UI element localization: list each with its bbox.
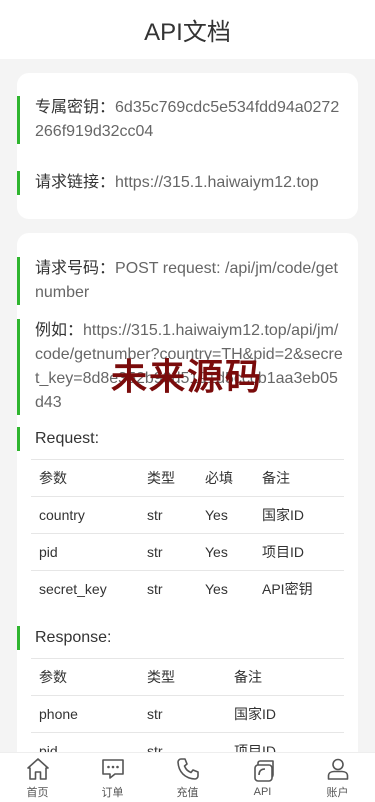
table-cell: str [139,496,197,534]
bottom-tabbar: 首页 订单 充值 API 账户 [0,752,375,802]
table-cell: 国家ID [254,496,344,534]
page-title: API文档 [144,19,231,46]
table-cell: Yes [197,533,254,571]
table-header-cell: 备注 [254,459,344,497]
table-cell: 项目ID [254,533,344,571]
table-cell: pid [31,533,139,571]
table-row: phone str 国家ID [31,694,344,732]
tab-label: 账户 [326,786,349,799]
tab-label: 首页 [26,786,49,799]
table-header-cell: 备注 [226,657,344,695]
table-cell: str [139,694,226,732]
home-icon [26,757,49,780]
table-header-cell: 类型 [139,459,197,497]
table-cell: country [31,496,139,534]
request-number-line: 请求号码：POST request: /api/jm/code/getnumbe… [17,257,358,305]
table-header-row: 参数 类型 备注 [31,657,344,695]
table-cell: Yes [197,570,254,608]
request-section-title: Request: [17,427,358,451]
table-header-cell: 必填 [197,459,254,497]
api-icon [253,759,274,782]
tab-label: API [253,785,272,798]
phone-icon [176,757,199,780]
table-cell: 国家ID [226,694,344,732]
table-cell: str [139,570,197,608]
example-label: 例如： [35,322,84,339]
table-row: pid str Yes 项目ID [31,533,344,571]
secret-key-line: 专属密钥：6d35c769cdc5e534fdd94a0272266f919d3… [17,96,358,144]
request-number-label: 请求号码： [35,260,116,277]
tab-orders[interactable]: 订单 [75,753,150,802]
tab-label: 充值 [176,786,199,799]
tab-home[interactable]: 首页 [0,753,75,802]
tab-recharge[interactable]: 充值 [150,753,225,802]
tab-api[interactable]: API [225,753,300,802]
request-link-label: 请求链接： [35,174,116,191]
example-line: 例如：https://315.1.haiwaiym12.top/api/jm/c… [17,319,358,415]
table-header-cell: 类型 [139,657,226,695]
tab-account[interactable]: 账户 [300,753,375,802]
table-cell: phone [31,694,139,732]
response-section-title: Response: [17,625,358,650]
user-icon [327,758,348,780]
table-row: country str Yes 国家ID [31,496,344,534]
table-header-row: 参数 类型 必填 备注 [31,459,344,497]
request-table: 参数 类型 必填 备注 country str Yes 国家ID pid str… [31,459,344,608]
table-cell: secret_key [31,570,139,608]
table-header-cell: 参数 [31,459,139,497]
api-card: 请求号码：POST request: /api/jm/code/getnumbe… [17,233,358,773]
chat-icon [101,758,124,779]
secret-key-label: 专属密钥： [35,99,116,116]
table-cell: API密钥 [254,570,344,608]
table-cell: Yes [197,496,254,534]
request-link-line: 请求链接：https://315.1.haiwaiym12.top [17,171,358,195]
table-header-cell: 参数 [31,657,139,695]
table-row: secret_key str Yes API密钥 [31,570,344,608]
page-header: API文档 [0,0,375,59]
key-card: 专属密钥：6d35c769cdc5e534fdd94a0272266f919d3… [17,73,358,219]
tab-label: 订单 [101,786,124,799]
request-link-value[interactable]: https://315.1.haiwaiym12.top [115,174,319,191]
table-cell: str [139,533,197,571]
